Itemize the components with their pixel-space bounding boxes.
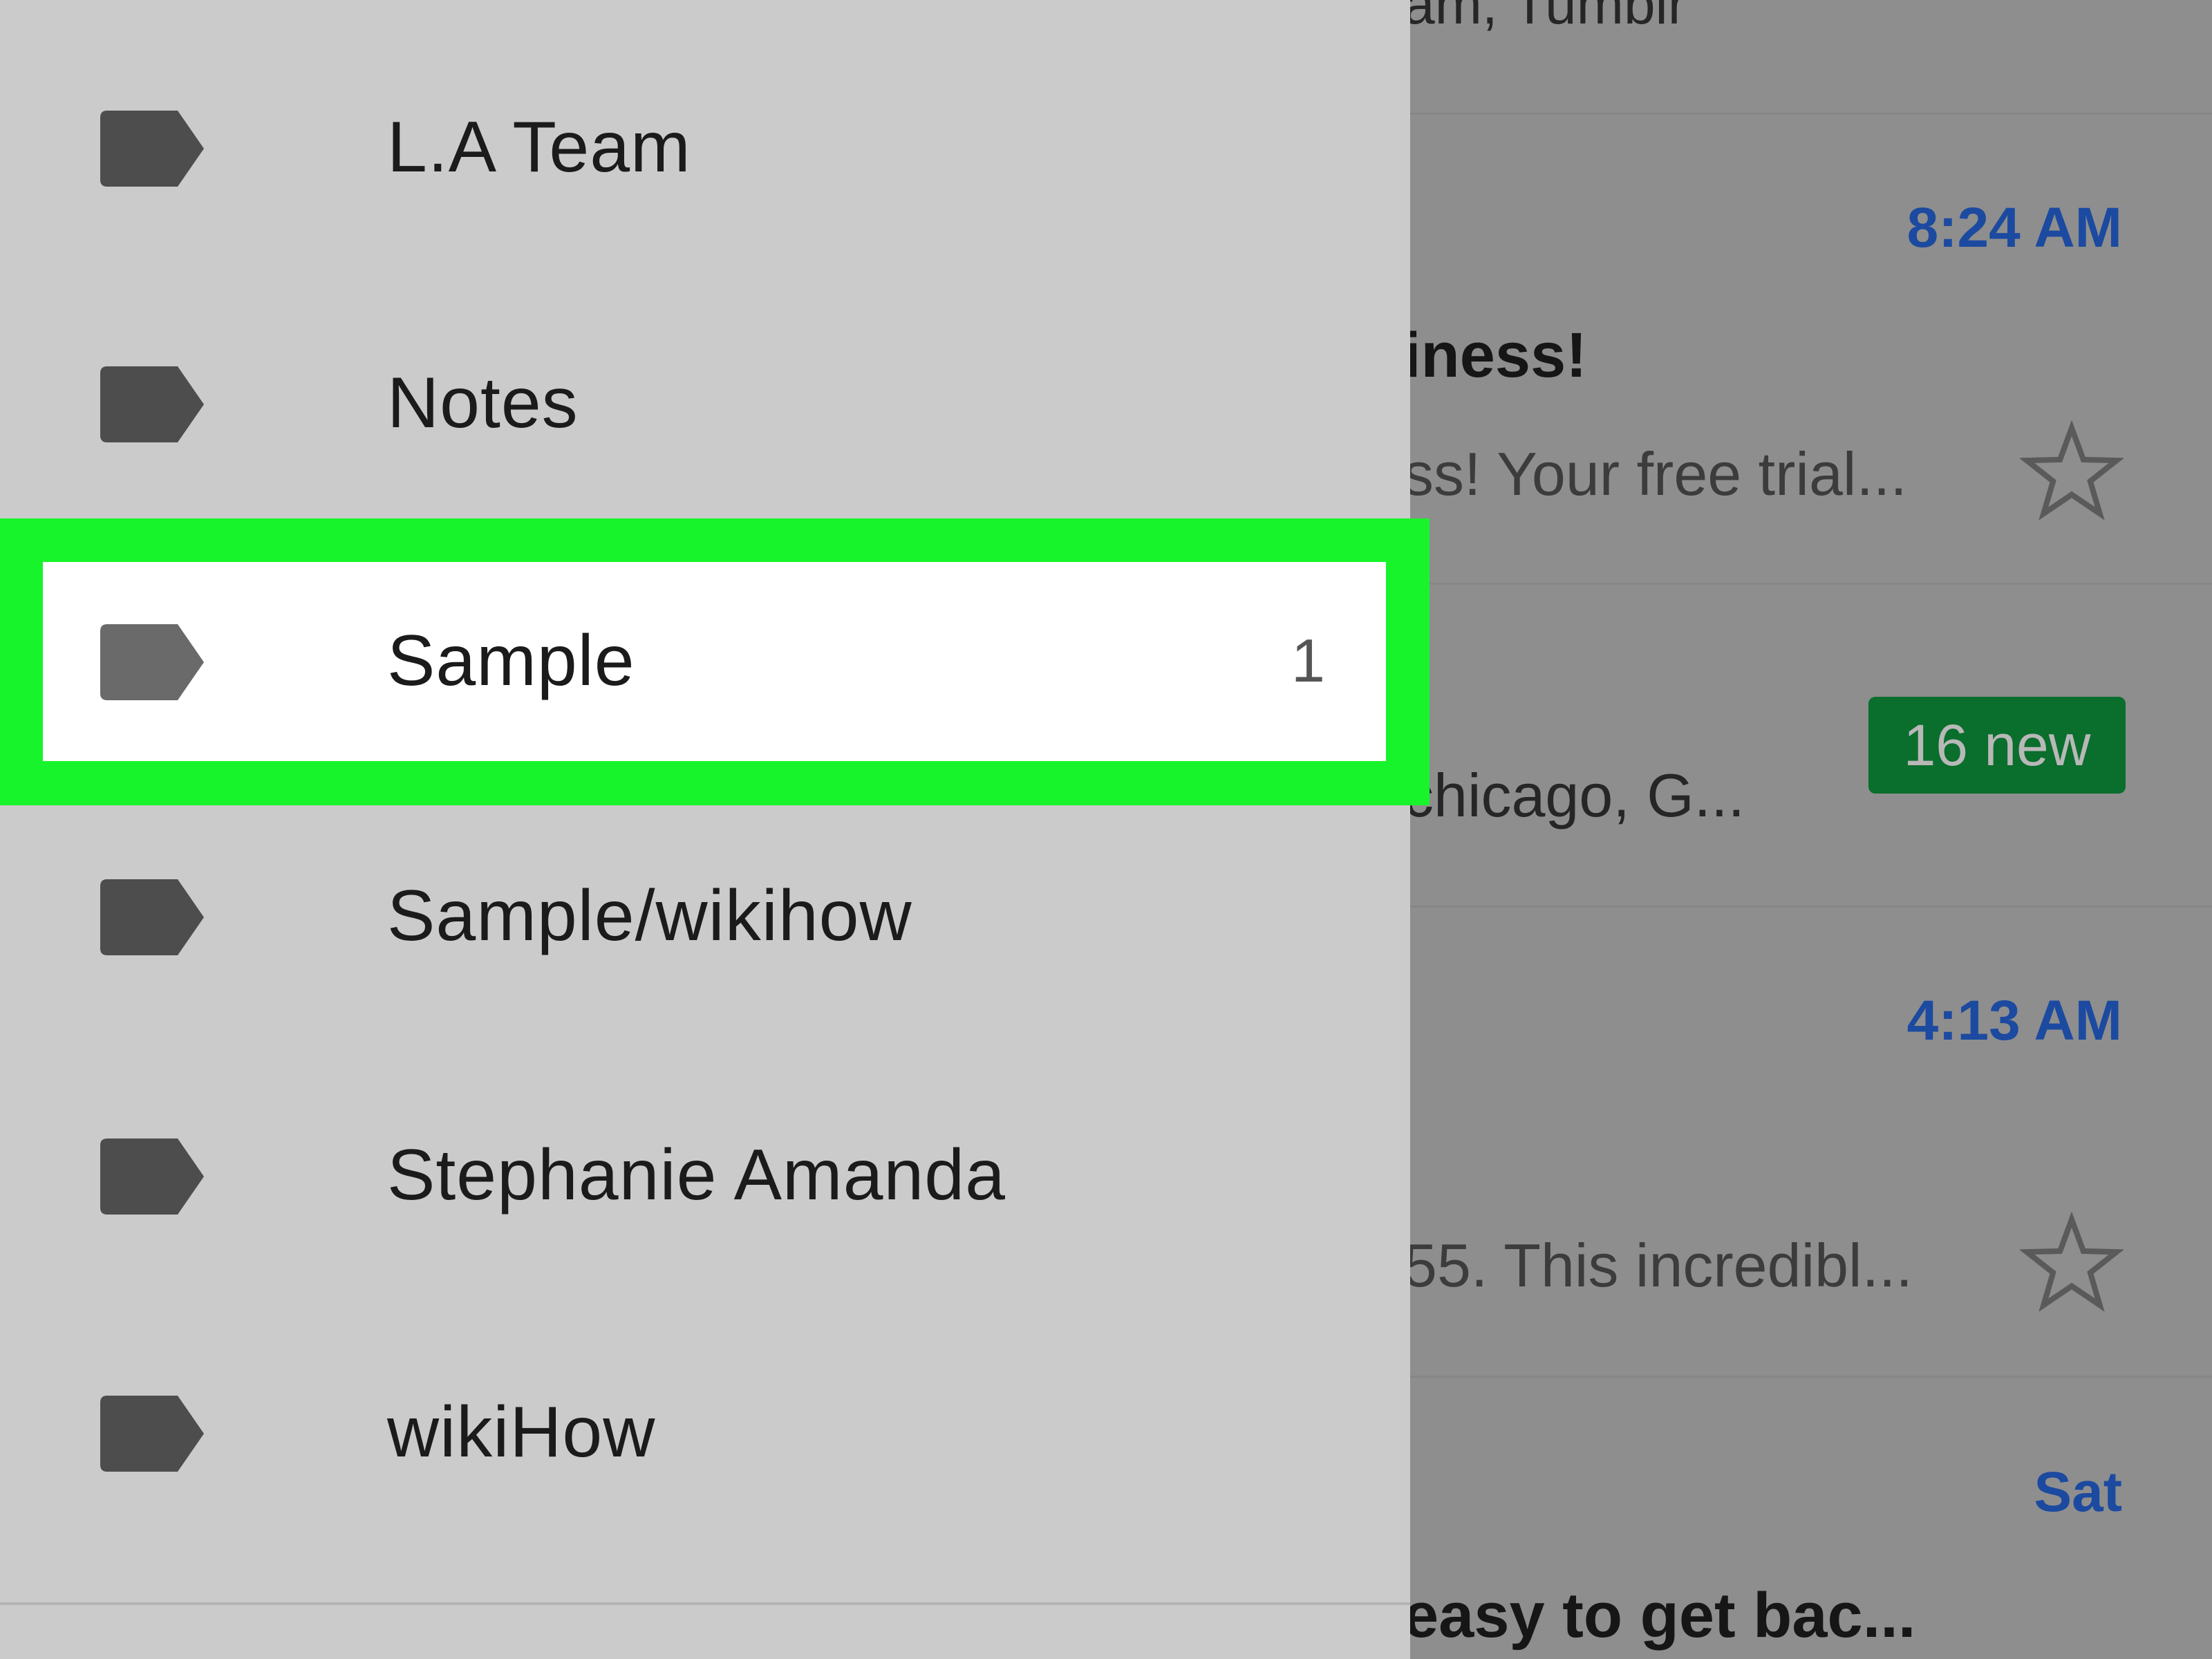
drawer-label-text: Stephanie Amanda	[387, 1135, 1006, 1215]
drawer-label-wikihow[interactable]: wikiHow	[0, 1302, 1410, 1558]
email-snippet: ss! Your free trial...	[1403, 440, 1907, 508]
email-sender: am, Tumblr	[1403, 0, 1687, 36]
label-tag-icon	[100, 879, 204, 955]
email-snippet: 55. This incredibl...	[1403, 1231, 1913, 1300]
email-divider	[1410, 583, 2212, 585]
email-subject: iness!	[1403, 320, 1587, 391]
drawer-label-sample-wikihow[interactable]: Sample/wikihow	[0, 789, 1410, 1045]
email-time: 4:13 AM	[1906, 989, 2122, 1052]
drawer-label-notes[interactable]: Notes	[0, 276, 1410, 532]
drawer-label-stephanie-amanda[interactable]: Stephanie Amanda	[0, 1045, 1410, 1301]
label-tag-icon	[100, 1396, 204, 1472]
drawer-label-sample[interactable]: Sample 1	[43, 562, 1386, 761]
label-tag-icon	[100, 366, 204, 442]
drawer-label-text: Sample/wikihow	[387, 876, 912, 956]
drawer-label-la-team[interactable]: L.A Team	[0, 21, 1410, 276]
email-time: Sat	[2034, 1461, 2122, 1524]
drawer-label-text: wikiHow	[387, 1392, 656, 1472]
email-divider	[1410, 1376, 2212, 1378]
email-time: 8:24 AM	[1906, 196, 2122, 259]
email-subject: easy to get bac...	[1403, 1580, 1916, 1651]
unread-count: 1	[1291, 626, 1325, 695]
star-outline-icon[interactable]	[2020, 420, 2124, 524]
email-divider	[1410, 113, 2212, 115]
email-divider	[1410, 906, 2212, 908]
drawer-label-text: L.A Team	[387, 107, 691, 187]
new-count-badge: 16 new	[1868, 697, 2126, 794]
drawer-label-text: Sample	[387, 621, 635, 701]
star-outline-icon[interactable]	[2020, 1212, 2124, 1315]
label-tag-icon	[100, 111, 204, 187]
highlight-frame: Sample 1	[0, 518, 1430, 805]
navigation-drawer: L.A Team Notes Sample 1 Sample/wikihow S…	[0, 0, 1430, 1659]
email-sender: chicago, G...	[1403, 761, 1745, 830]
drawer-label-text: Notes	[387, 363, 579, 443]
drawer-divider	[0, 1602, 1410, 1605]
label-tag-icon	[100, 624, 204, 700]
label-tag-icon	[100, 1138, 204, 1215]
